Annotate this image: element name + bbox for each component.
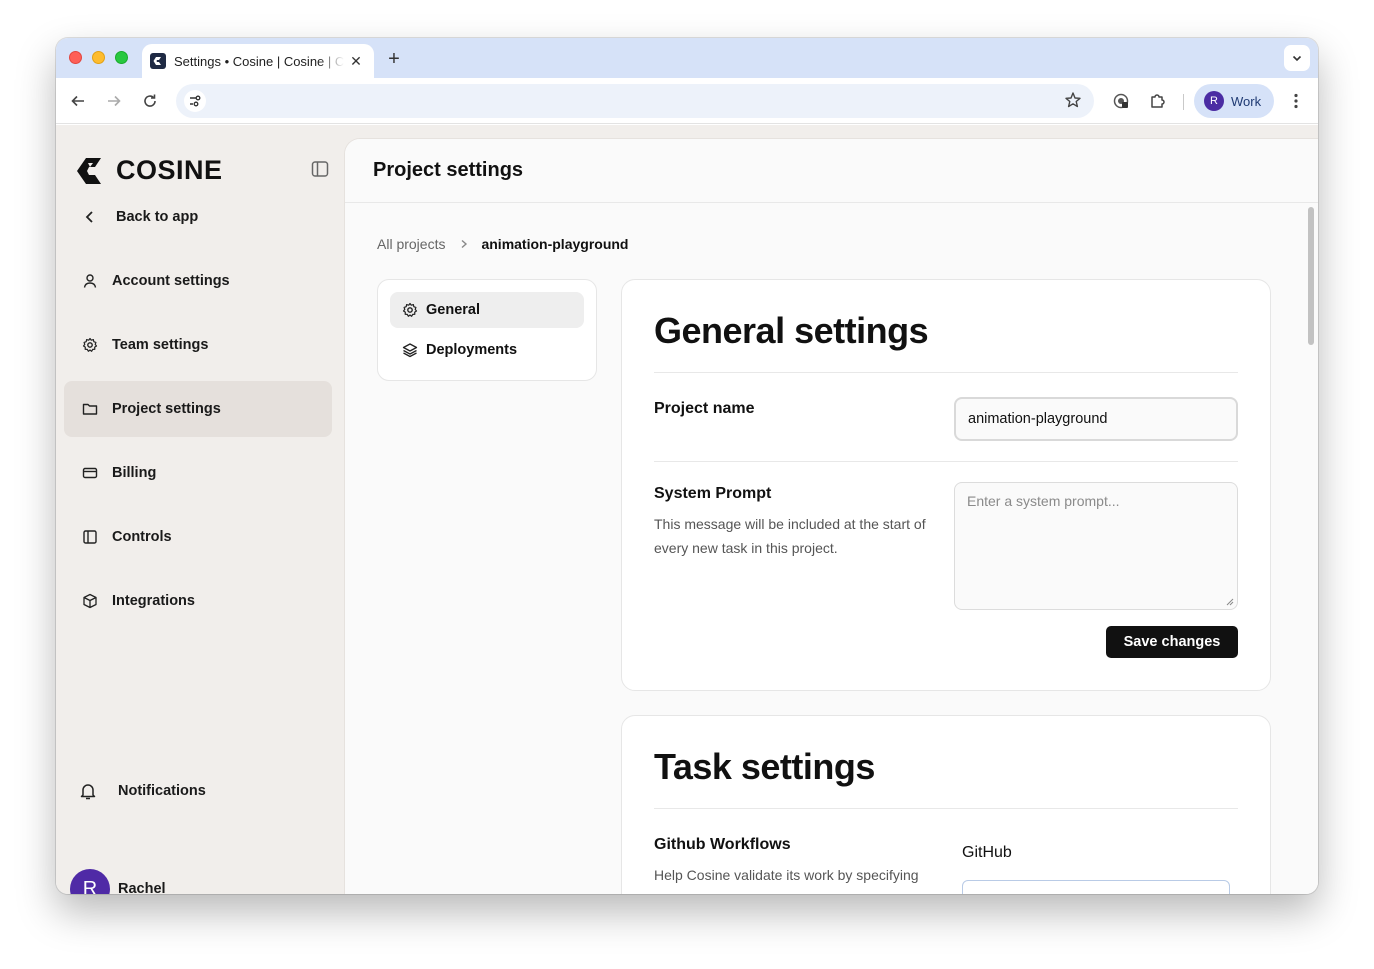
back-to-app-label: Back to app [116, 209, 199, 225]
sidebar-item-label: Team settings [112, 337, 209, 353]
maximize-window-button[interactable] [115, 51, 128, 64]
gear-icon [402, 302, 418, 317]
app-root: COSINE Back to app Account settings Team… [56, 125, 1318, 894]
address-bar[interactable] [176, 84, 1094, 118]
divider [654, 372, 1238, 373]
system-prompt-placeholder: Enter a system prompt... [967, 493, 1120, 509]
browser-toolbar: R Work [56, 78, 1318, 124]
github-workflow-select[interactable] [962, 880, 1230, 894]
task-settings-title: Task settings [654, 746, 875, 787]
credit-card-icon [82, 467, 98, 479]
close-tab-icon[interactable]: ✕ [348, 53, 364, 70]
breadcrumb-all-projects[interactable]: All projects [377, 236, 445, 252]
scrollbar[interactable] [1304, 203, 1318, 894]
general-settings-title: General settings [654, 310, 929, 351]
layers-icon [402, 343, 418, 358]
close-window-button[interactable] [69, 51, 82, 64]
kebab-menu-icon[interactable] [1285, 90, 1307, 112]
notifications-link[interactable]: Notifications [78, 781, 206, 801]
system-prompt-label: System Prompt [654, 485, 772, 502]
sidebar-item-label: Billing [112, 465, 157, 481]
toolbar-divider [1183, 94, 1184, 110]
box-icon [83, 593, 97, 609]
main-panel: Project settings All projects animation-… [344, 138, 1318, 894]
browser-window: Settings • Cosine | Cosine | Cosine ✕ + [56, 38, 1318, 894]
general-settings-card: General settings Project name animation-… [621, 279, 1271, 691]
project-name-label: Project name [654, 400, 755, 417]
save-changes-button[interactable]: Save changes [1106, 626, 1238, 658]
sidebar-item-account-settings[interactable]: Account settings [64, 253, 332, 309]
breadcrumb-current: animation-playground [481, 236, 629, 252]
subnav-general[interactable]: General [390, 292, 584, 328]
scrollbar-thumb[interactable] [1308, 207, 1314, 345]
sidebar-item-billing[interactable]: Billing [64, 445, 332, 501]
github-workflows-help: Help Cosine validate its work by specify… [654, 867, 919, 894]
bookmark-star-icon[interactable] [1064, 91, 1082, 114]
puzzle-extensions-icon[interactable] [1147, 90, 1169, 112]
sidebar: COSINE Back to app Account settings Team… [56, 125, 344, 894]
subnav-label: General [426, 302, 480, 318]
tab-title: Settings • Cosine | Cosine | Cosine [174, 53, 344, 69]
profile-label: Work [1231, 93, 1262, 109]
sidebar-item-controls[interactable]: Controls [64, 509, 332, 565]
gear-icon [82, 337, 98, 352]
bell-icon [80, 784, 96, 800]
page-title: Project settings [373, 159, 524, 181]
sidebar-item-label: Account settings [112, 273, 230, 289]
chevron-down-icon [1292, 55, 1302, 62]
brand-name: COSINE [116, 155, 223, 185]
user-name: Rachel [118, 881, 166, 894]
resize-handle-icon [1226, 598, 1234, 606]
user-icon [83, 274, 97, 288]
cosine-logo-icon [77, 157, 101, 184]
task-settings-card: Task settings Github Workflows Help Cosi… [621, 715, 1271, 894]
brand-logo[interactable]: COSINE [76, 155, 223, 186]
tab-strip: Settings • Cosine | Cosine | Cosine ✕ + [56, 38, 1318, 78]
tab-search-button[interactable] [1284, 45, 1310, 71]
folder-icon [82, 403, 98, 415]
settings-subnav: General Deployments [377, 279, 597, 381]
chevron-right-icon [459, 236, 469, 252]
back-arrow-icon[interactable] [67, 90, 89, 112]
sidebar-item-label: Project settings [112, 401, 221, 417]
reload-icon[interactable] [139, 90, 161, 112]
github-label: GitHub [962, 844, 1012, 861]
chevron-left-icon [85, 211, 93, 223]
github-workflows-label: Github Workflows [654, 836, 791, 853]
minimize-window-button[interactable] [92, 51, 105, 64]
avatar: R [70, 869, 110, 894]
user-menu[interactable]: R Rachel [70, 869, 166, 894]
profile-avatar: R [1204, 91, 1224, 111]
sidebar-item-label: Controls [112, 529, 172, 545]
site-settings-icon[interactable] [184, 90, 206, 112]
divider [654, 808, 1238, 809]
panel-icon [83, 530, 97, 544]
divider [654, 461, 1238, 462]
sidebar-item-team-settings[interactable]: Team settings [64, 317, 332, 373]
sidebar-item-project-settings[interactable]: Project settings [64, 381, 332, 437]
subnav-label: Deployments [426, 342, 518, 358]
extension-icon[interactable] [1110, 90, 1132, 112]
subnav-deployments[interactable]: Deployments [390, 332, 584, 368]
breadcrumb: All projects animation-playground [377, 236, 628, 252]
browser-tab[interactable]: Settings • Cosine | Cosine | Cosine ✕ [142, 44, 374, 78]
forward-arrow-icon[interactable] [103, 90, 125, 112]
sidebar-toggle-icon[interactable] [310, 159, 330, 184]
back-to-app-link[interactable]: Back to app [64, 189, 332, 245]
profile-button[interactable]: R Work [1194, 84, 1274, 118]
project-name-input[interactable]: animation-playground [954, 397, 1238, 441]
cosine-favicon-icon [150, 53, 166, 69]
system-prompt-help: This message will be included at the sta… [654, 516, 926, 556]
system-prompt-textarea[interactable]: Enter a system prompt... [954, 482, 1238, 610]
sidebar-item-integrations[interactable]: Integrations [64, 573, 332, 629]
page-header: Project settings [345, 139, 1318, 203]
sidebar-item-label: Integrations [112, 593, 195, 609]
notifications-label: Notifications [118, 783, 206, 799]
new-tab-icon[interactable]: + [384, 48, 404, 71]
